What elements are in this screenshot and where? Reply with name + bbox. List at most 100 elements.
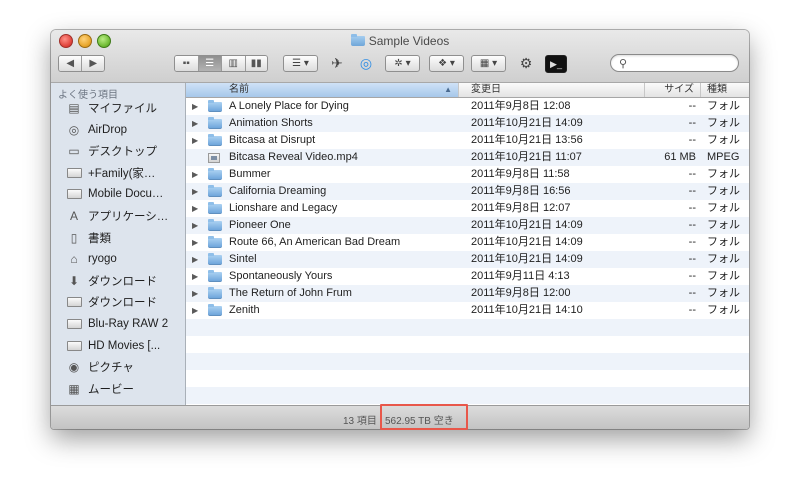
chevron-right-icon: ▶	[89, 57, 98, 69]
file-row[interactable]: ▶ Pioneer One 2011年10月21日 14:09 -- フォル	[186, 217, 749, 234]
sidebar-item-label: ダウンロード	[88, 275, 157, 288]
gear-icon: ✲ ▾	[394, 58, 411, 69]
disclosure-triangle-icon[interactable]: ▶	[192, 217, 202, 234]
file-row[interactable]: ▶ Animation Shorts 2011年10月21日 14:09 -- フォル	[186, 115, 749, 132]
utility-icon: ⚙	[519, 55, 533, 71]
applications-icon: A	[69, 209, 78, 223]
arrange-icon: ☰ ▾	[292, 58, 309, 69]
file-kind: フォル	[707, 185, 740, 197]
folder-icon	[208, 200, 224, 217]
folder-shape	[66, 167, 82, 178]
file-date: 2011年10月21日 13:56	[471, 134, 583, 146]
dropbox-button[interactable]: ❖ ▾	[429, 55, 464, 72]
forward-button[interactable]: ▶	[82, 56, 104, 71]
sidebar-item[interactable]: Mobile Docu…	[66, 184, 184, 204]
view-options-button[interactable]: ▦ ▾	[471, 55, 506, 72]
folder-icon	[208, 115, 224, 132]
sidebar-item[interactable]: Blu-Ray RAW 2	[66, 314, 184, 334]
app-shortcut-button[interactable]: ✈	[325, 55, 349, 72]
file-row[interactable]: ▶ Lionshare and Legacy 2011年9月8日 12:07 -- フォ…	[186, 200, 749, 217]
file-size: --	[688, 304, 696, 316]
file-name: A Lonely Place for Dying	[229, 100, 349, 112]
desktop-icon: ▭	[68, 144, 80, 159]
column-header-kind[interactable]: 種類	[701, 83, 749, 97]
terminal-button[interactable]: ▶_	[545, 55, 567, 73]
file-size: --	[688, 219, 696, 231]
file-icon-shape	[208, 269, 222, 282]
sidebar-item[interactable]: ◉ ピクチャ	[66, 357, 184, 377]
sort-ascending-icon: ▲	[444, 85, 452, 94]
file-kind: フォル	[707, 100, 740, 112]
column-view-button[interactable]: ▥	[222, 56, 246, 71]
column-view-icon: ▥	[228, 57, 238, 69]
arrange-button[interactable]: ☰ ▾	[283, 55, 318, 72]
disclosure-triangle-icon[interactable]: ▶	[192, 234, 202, 251]
file-date: 2011年10月21日 11:07	[471, 151, 582, 163]
file-name: Bummer	[229, 168, 271, 180]
back-button[interactable]: ◀	[59, 56, 83, 71]
file-name: Route 66, An American Bad Dream	[229, 236, 401, 248]
disclosure-triangle-icon[interactable]: ▶	[192, 251, 202, 268]
sidebar-item[interactable]: +Family(家…	[66, 163, 184, 183]
video-file-icon	[208, 149, 224, 166]
disclosure-triangle-icon[interactable]: ▶	[192, 200, 202, 217]
file-row[interactable]: ▶ Bummer 2011年9月8日 11:58 -- フォル	[186, 166, 749, 183]
sidebar-item-label: ryogo	[88, 253, 117, 266]
file-row[interactable]: Bitcasa Reveal Video.mp4 2011年10月21日 11:0…	[186, 149, 749, 166]
disclosure-triangle-icon[interactable]: ▶	[192, 132, 202, 149]
folder-icon	[208, 132, 224, 149]
sidebar-item[interactable]: ▤ マイファイル	[66, 98, 184, 118]
sidebar-item[interactable]: ⌂ ryogo	[66, 249, 184, 269]
sidebar-item[interactable]: ▭ デスクトップ	[66, 141, 184, 161]
disclosure-triangle-icon[interactable]: ▶	[192, 302, 202, 319]
list-view-button[interactable]: ☰	[198, 56, 222, 71]
sidebar-item[interactable]: ⬇ ダウンロード	[66, 271, 184, 291]
disclosure-triangle-icon[interactable]: ▶	[192, 98, 202, 115]
sidebar-item[interactable]: HD Movies [...	[66, 336, 184, 356]
disclosure-triangle-icon[interactable]: ▶	[192, 285, 202, 302]
sidebar-item[interactable]: ◎ AirDrop	[66, 120, 184, 140]
window-title: Sample Videos	[51, 34, 749, 48]
file-date: 2011年9月8日 12:07	[471, 202, 571, 214]
file-row[interactable]: ▶ Bitcasa at Disrupt 2011年10月21日 13:56 -- フォ…	[186, 132, 749, 149]
column-header-date[interactable]: 変更日	[459, 83, 645, 97]
search-icon: ⚲	[619, 58, 628, 70]
file-icon-shape	[208, 184, 222, 197]
file-row[interactable]: ▶ Sintel 2011年10月21日 14:09 -- フォル	[186, 251, 749, 268]
action-button[interactable]: ✲ ▾	[385, 55, 420, 72]
sidebar-item[interactable]: A アプリケーシ…	[66, 206, 184, 226]
file-date: 2011年10月21日 14:09	[471, 219, 583, 231]
folder-icon	[208, 183, 224, 200]
search-field[interactable]: ⚲	[610, 54, 739, 72]
sidebar-item-label: HD Movies [...	[88, 339, 161, 352]
file-kind: MPEG	[707, 151, 740, 163]
file-icon-shape	[208, 286, 222, 299]
file-name: Lionshare and Legacy	[229, 202, 338, 214]
file-row[interactable]: ▶ California Dreaming 2011年9月8日 16:56 -- フォル	[186, 183, 749, 200]
folder-icon	[66, 187, 82, 201]
coverflow-view-button[interactable]: ▮▮	[245, 56, 267, 71]
sidebar-item[interactable]: ▯ 書類	[66, 228, 184, 248]
disclosure-triangle-icon[interactable]: ▶	[192, 268, 202, 285]
folder-icon	[208, 217, 224, 234]
icon-view-button[interactable]: ▪▪	[175, 56, 199, 71]
sidebar-item[interactable]: ▦ ムービー	[66, 379, 184, 399]
file-row[interactable]: ▶ Zenith 2011年10月21日 14:10 -- フォル	[186, 302, 749, 319]
column-header-size[interactable]: サイズ	[645, 83, 701, 97]
disclosure-triangle-icon[interactable]: ▶	[192, 166, 202, 183]
disclosure-triangle-icon[interactable]: ▶	[192, 115, 202, 132]
column-header-name[interactable]: 名前 ▲	[186, 83, 459, 97]
file-row[interactable]: ▶ A Lonely Place for Dying 2011年9月8日 12:08…	[186, 98, 749, 115]
file-name: California Dreaming	[229, 185, 327, 197]
sidebar-item[interactable]: ダウンロード	[66, 292, 184, 312]
file-name: Sintel	[229, 253, 257, 265]
disclosure-triangle-icon[interactable]: ▶	[192, 183, 202, 200]
utility-button[interactable]: ⚙	[515, 55, 537, 72]
icon-view-icon: ▪▪	[182, 57, 190, 69]
file-size: --	[688, 100, 696, 112]
file-row[interactable]: ▶ Spontaneously Yours 2011年9月11日 4:13 -- フォル	[186, 268, 749, 285]
airdrop-button[interactable]: ◎	[354, 55, 378, 72]
file-row[interactable]: ▶ Route 66, An American Bad Dream 2011年10月…	[186, 234, 749, 251]
file-list: 名前 ▲ 変更日 サイズ 種類 ▶ A Lonely Place for Dyin…	[186, 83, 749, 405]
file-row[interactable]: ▶ The Return of John Frum 2011年9月8日 12:00 -…	[186, 285, 749, 302]
